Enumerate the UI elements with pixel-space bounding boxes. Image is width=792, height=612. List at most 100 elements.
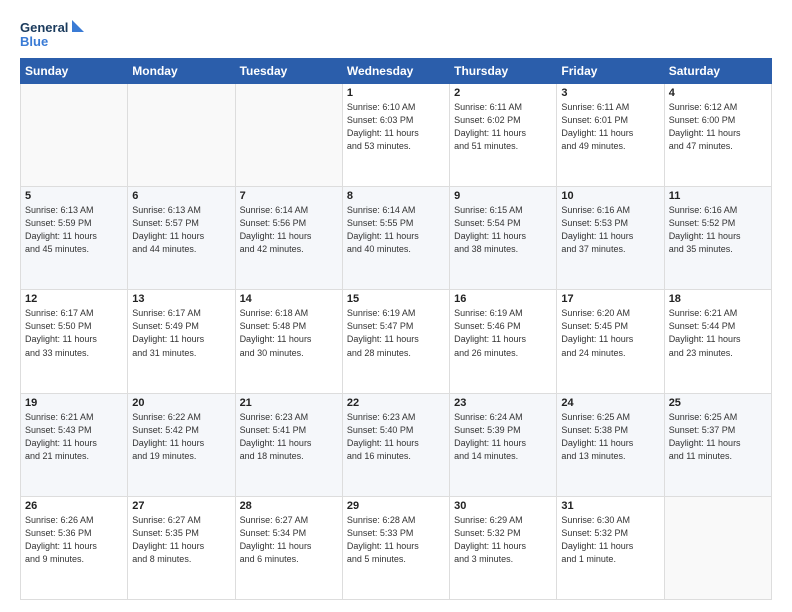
calendar-cell: 12 Sunrise: 6:17 AM Sunset: 5:50 PM Dayli… [21, 290, 128, 393]
day-number: 28 [240, 500, 338, 512]
calendar-cell: 25 Sunrise: 6:25 AM Sunset: 5:37 PM Dayli… [664, 393, 771, 496]
day-info: Sunrise: 6:19 AM Sunset: 5:47 PM Dayligh… [347, 307, 445, 359]
day-number: 9 [454, 190, 552, 202]
calendar-cell: 27 Sunrise: 6:27 AM Sunset: 5:35 PM Dayli… [128, 496, 235, 599]
day-number: 26 [25, 500, 123, 512]
day-info: Sunrise: 6:16 AM Sunset: 5:53 PM Dayligh… [561, 204, 659, 256]
calendar-cell [128, 84, 235, 187]
calendar-week-row: 5 Sunrise: 6:13 AM Sunset: 5:59 PM Daylig… [21, 187, 772, 290]
calendar-cell: 23 Sunrise: 6:24 AM Sunset: 5:39 PM Dayli… [450, 393, 557, 496]
calendar-cell: 31 Sunrise: 6:30 AM Sunset: 5:32 PM Dayli… [557, 496, 664, 599]
calendar-cell: 13 Sunrise: 6:17 AM Sunset: 5:49 PM Dayli… [128, 290, 235, 393]
calendar-weekday-thursday: Thursday [450, 59, 557, 84]
calendar-cell: 14Sunrise: 6:18 AM Sunset: 5:48 PM Dayli… [235, 290, 342, 393]
day-info: Sunrise: 6:14 AM Sunset: 5:55 PM Dayligh… [347, 204, 445, 256]
calendar-header-row: SundayMondayTuesdayWednesdayThursdayFrid… [21, 59, 772, 84]
calendar-cell: 21Sunrise: 6:23 AM Sunset: 5:41 PM Dayli… [235, 393, 342, 496]
logo-icon: GeneralBlue [20, 18, 90, 50]
day-info: Sunrise: 6:13 AM Sunset: 5:59 PM Dayligh… [25, 204, 123, 256]
calendar-cell [21, 84, 128, 187]
day-number: 2 [454, 87, 552, 99]
day-info: Sunrise: 6:24 AM Sunset: 5:39 PM Dayligh… [454, 411, 552, 463]
calendar-weekday-sunday: Sunday [21, 59, 128, 84]
calendar-week-row: 26 Sunrise: 6:26 AM Sunset: 5:36 PM Dayli… [21, 496, 772, 599]
calendar-cell: 7Sunrise: 6:14 AM Sunset: 5:56 PM Daylig… [235, 187, 342, 290]
calendar-table: SundayMondayTuesdayWednesdayThursdayFrid… [20, 58, 772, 600]
calendar-cell: 30Sunrise: 6:29 AM Sunset: 5:32 PM Dayli… [450, 496, 557, 599]
day-number: 23 [454, 397, 552, 409]
day-info: Sunrise: 6:21 AM Sunset: 5:43 PM Dayligh… [25, 411, 123, 463]
calendar-cell: 26 Sunrise: 6:26 AM Sunset: 5:36 PM Dayli… [21, 496, 128, 599]
day-info: Sunrise: 6:28 AM Sunset: 5:33 PM Dayligh… [347, 514, 445, 566]
day-info: Sunrise: 6:13 AM Sunset: 5:57 PM Dayligh… [132, 204, 230, 256]
calendar-week-row: 1 Sunrise: 6:10 AM Sunset: 6:03 PM Daylig… [21, 84, 772, 187]
calendar-cell: 28Sunrise: 6:27 AM Sunset: 5:34 PM Dayli… [235, 496, 342, 599]
day-info: Sunrise: 6:29 AM Sunset: 5:32 PM Dayligh… [454, 514, 552, 566]
day-info: Sunrise: 6:16 AM Sunset: 5:52 PM Dayligh… [669, 204, 767, 256]
svg-text:General: General [20, 20, 68, 35]
day-number: 15 [347, 293, 445, 305]
day-number: 14 [240, 293, 338, 305]
calendar-cell: 24 Sunrise: 6:25 AM Sunset: 5:38 PM Dayli… [557, 393, 664, 496]
day-number: 16 [454, 293, 552, 305]
day-info: Sunrise: 6:19 AM Sunset: 5:46 PM Dayligh… [454, 307, 552, 359]
day-number: 8 [347, 190, 445, 202]
day-number: 6 [132, 190, 230, 202]
calendar-weekday-wednesday: Wednesday [342, 59, 449, 84]
day-number: 11 [669, 190, 767, 202]
day-info: Sunrise: 6:11 AM Sunset: 6:01 PM Dayligh… [561, 101, 659, 153]
day-number: 20 [132, 397, 230, 409]
day-info: Sunrise: 6:11 AM Sunset: 6:02 PM Dayligh… [454, 101, 552, 153]
day-number: 31 [561, 500, 659, 512]
day-info: Sunrise: 6:21 AM Sunset: 5:44 PM Dayligh… [669, 307, 767, 359]
day-number: 22 [347, 397, 445, 409]
day-info: Sunrise: 6:30 AM Sunset: 5:32 PM Dayligh… [561, 514, 659, 566]
calendar-cell: 29Sunrise: 6:28 AM Sunset: 5:33 PM Dayli… [342, 496, 449, 599]
calendar-week-row: 12 Sunrise: 6:17 AM Sunset: 5:50 PM Dayli… [21, 290, 772, 393]
day-info: Sunrise: 6:10 AM Sunset: 6:03 PM Dayligh… [347, 101, 445, 153]
calendar-cell: 2 Sunrise: 6:11 AM Sunset: 6:02 PM Daylig… [450, 84, 557, 187]
calendar-cell: 18Sunrise: 6:21 AM Sunset: 5:44 PM Dayli… [664, 290, 771, 393]
day-number: 5 [25, 190, 123, 202]
calendar-cell: 19 Sunrise: 6:21 AM Sunset: 5:43 PM Dayli… [21, 393, 128, 496]
day-info: Sunrise: 6:15 AM Sunset: 5:54 PM Dayligh… [454, 204, 552, 256]
calendar-weekday-friday: Friday [557, 59, 664, 84]
day-number: 13 [132, 293, 230, 305]
day-info: Sunrise: 6:26 AM Sunset: 5:36 PM Dayligh… [25, 514, 123, 566]
day-number: 1 [347, 87, 445, 99]
calendar-weekday-saturday: Saturday [664, 59, 771, 84]
day-number: 3 [561, 87, 659, 99]
svg-text:Blue: Blue [20, 34, 48, 49]
day-number: 24 [561, 397, 659, 409]
calendar-cell: 6 Sunrise: 6:13 AM Sunset: 5:57 PM Daylig… [128, 187, 235, 290]
calendar-cell: 4Sunrise: 6:12 AM Sunset: 6:00 PM Daylig… [664, 84, 771, 187]
page-header: GeneralBlue [20, 18, 772, 50]
day-info: Sunrise: 6:14 AM Sunset: 5:56 PM Dayligh… [240, 204, 338, 256]
calendar-cell: 16 Sunrise: 6:19 AM Sunset: 5:46 PM Dayli… [450, 290, 557, 393]
day-number: 27 [132, 500, 230, 512]
day-info: Sunrise: 6:20 AM Sunset: 5:45 PM Dayligh… [561, 307, 659, 359]
calendar-week-row: 19 Sunrise: 6:21 AM Sunset: 5:43 PM Dayli… [21, 393, 772, 496]
calendar-cell: 20 Sunrise: 6:22 AM Sunset: 5:42 PM Dayli… [128, 393, 235, 496]
day-number: 25 [669, 397, 767, 409]
day-info: Sunrise: 6:17 AM Sunset: 5:49 PM Dayligh… [132, 307, 230, 359]
calendar-cell: 9 Sunrise: 6:15 AM Sunset: 5:54 PM Daylig… [450, 187, 557, 290]
calendar-cell: 17Sunrise: 6:20 AM Sunset: 5:45 PM Dayli… [557, 290, 664, 393]
day-number: 12 [25, 293, 123, 305]
day-number: 10 [561, 190, 659, 202]
day-info: Sunrise: 6:27 AM Sunset: 5:35 PM Dayligh… [132, 514, 230, 566]
calendar-cell: 5 Sunrise: 6:13 AM Sunset: 5:59 PM Daylig… [21, 187, 128, 290]
logo: GeneralBlue [20, 18, 90, 50]
calendar-cell [664, 496, 771, 599]
day-info: Sunrise: 6:25 AM Sunset: 5:37 PM Dayligh… [669, 411, 767, 463]
day-info: Sunrise: 6:23 AM Sunset: 5:41 PM Dayligh… [240, 411, 338, 463]
day-info: Sunrise: 6:22 AM Sunset: 5:42 PM Dayligh… [132, 411, 230, 463]
calendar-cell: 3 Sunrise: 6:11 AM Sunset: 6:01 PM Daylig… [557, 84, 664, 187]
day-info: Sunrise: 6:17 AM Sunset: 5:50 PM Dayligh… [25, 307, 123, 359]
calendar-cell: 1 Sunrise: 6:10 AM Sunset: 6:03 PM Daylig… [342, 84, 449, 187]
day-info: Sunrise: 6:23 AM Sunset: 5:40 PM Dayligh… [347, 411, 445, 463]
day-info: Sunrise: 6:25 AM Sunset: 5:38 PM Dayligh… [561, 411, 659, 463]
day-number: 19 [25, 397, 123, 409]
calendar-cell: 15 Sunrise: 6:19 AM Sunset: 5:47 PM Dayli… [342, 290, 449, 393]
calendar-cell: 8 Sunrise: 6:14 AM Sunset: 5:55 PM Daylig… [342, 187, 449, 290]
